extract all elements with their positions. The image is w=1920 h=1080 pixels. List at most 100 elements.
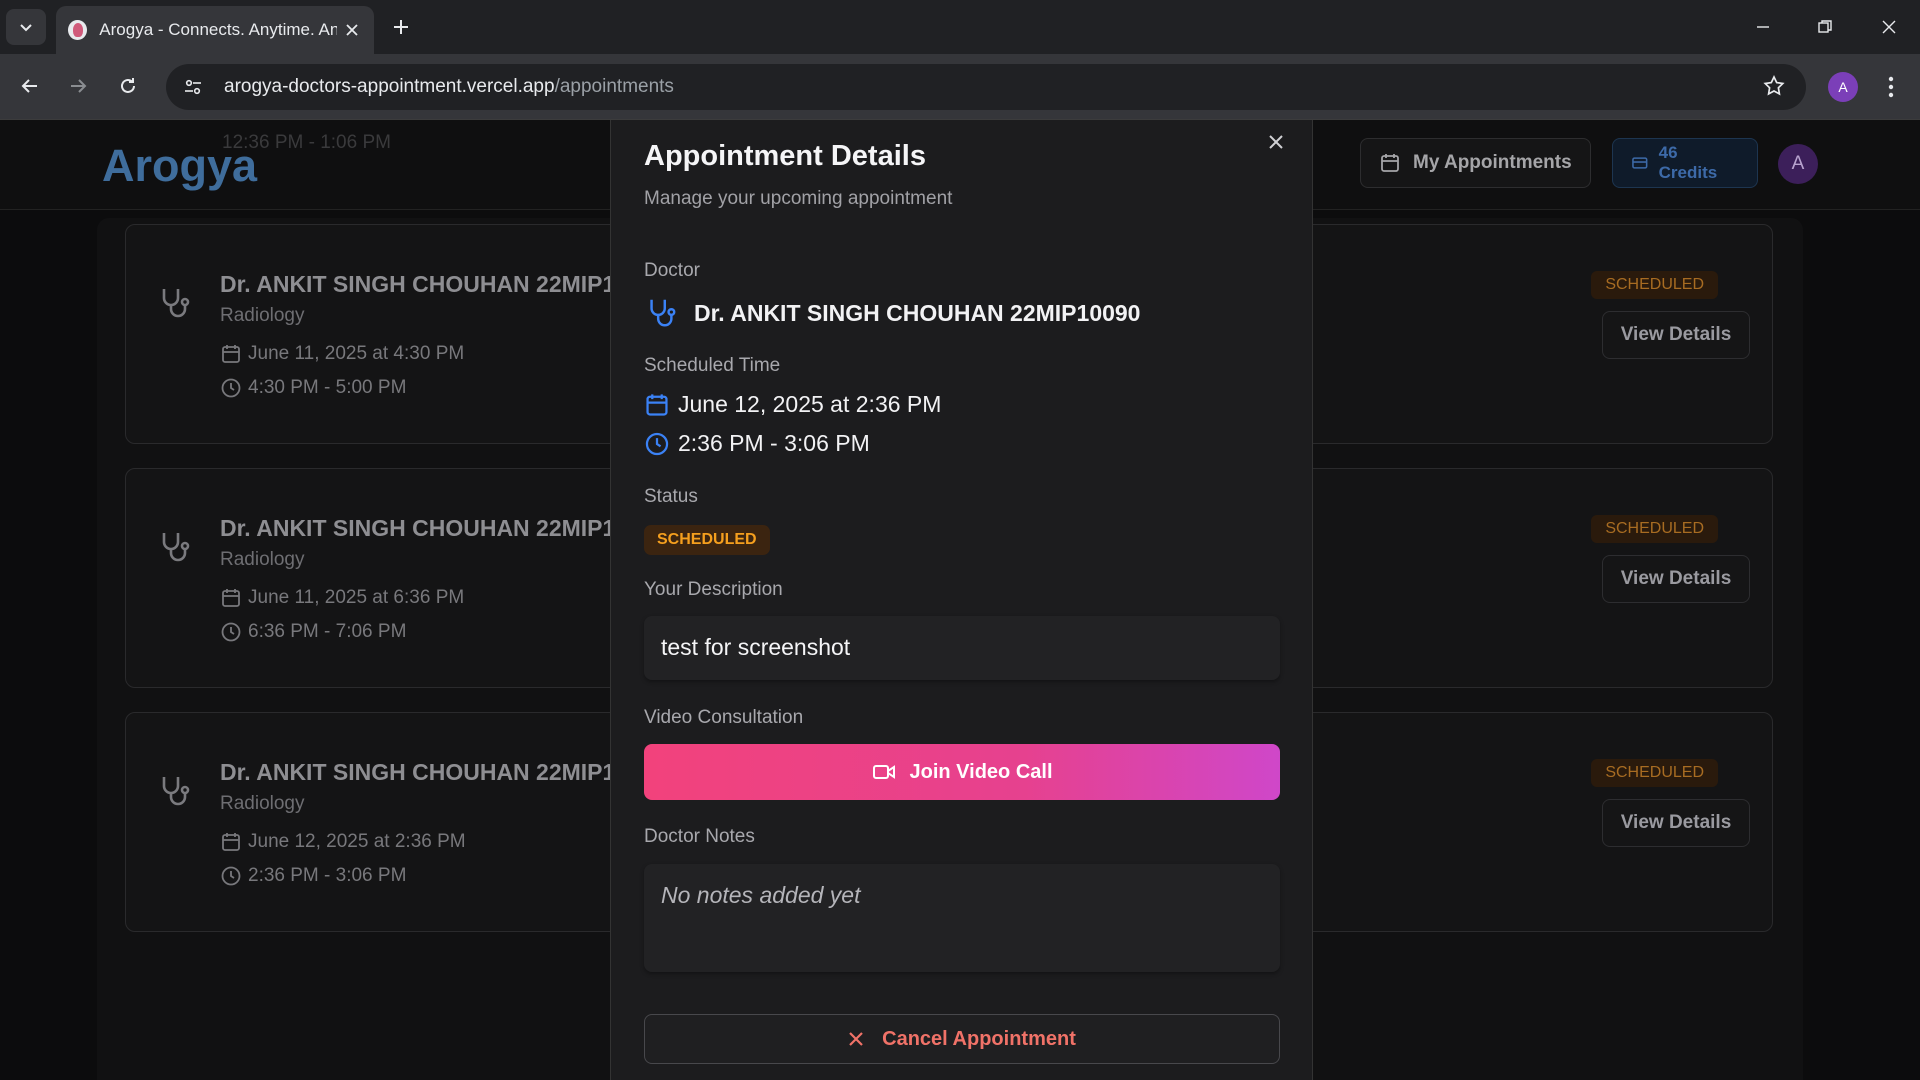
close-icon: [1882, 20, 1896, 34]
url-host: arogya-doctors-appointment.vercel.app: [224, 76, 555, 97]
browser-toolbar: arogya-doctors-appointment.vercel.app/ap…: [0, 54, 1920, 120]
tab-title: Arogya - Connects. Anytime. An: [99, 20, 337, 39]
status-badge: SCHEDULED: [1591, 271, 1718, 299]
calendar-icon: [646, 393, 668, 416]
minimize-icon: [1757, 26, 1769, 28]
description-box: test for screenshot: [644, 616, 1280, 680]
card-doctor-name: Dr. ANKIT SINGH CHOUHAN 22MIP10: [220, 271, 629, 297]
card-date-text: June 11, 2025 at 6:36 PM: [248, 587, 465, 608]
status-label: Status: [644, 486, 698, 507]
video-consultation-label: Video Consultation: [644, 707, 804, 728]
back-button[interactable]: [12, 68, 48, 104]
card-doctor-name: Dr. ANKIT SINGH CHOUHAN 22MIP10: [220, 515, 629, 541]
close-icon: [346, 24, 358, 36]
restore-icon: [1818, 20, 1832, 33]
credits-label: 46 Credits: [1658, 143, 1718, 182]
reload-button[interactable]: [110, 68, 146, 104]
bookmark-button[interactable]: [1762, 74, 1786, 103]
close-icon: [849, 1032, 863, 1046]
close-icon: [1269, 135, 1283, 149]
doctor-notes-box: No notes added yet: [644, 864, 1280, 972]
scheduled-date: June 12, 2025 at 2:36 PM: [678, 391, 942, 417]
clock-icon: [645, 432, 669, 455]
tab-search-button[interactable]: [6, 9, 46, 45]
view-details-button[interactable]: View Details: [1602, 555, 1750, 603]
card-date-text: June 11, 2025 at 4:30 PM: [248, 343, 465, 364]
stethoscope-icon: [650, 299, 676, 327]
doctor-name: Dr. ANKIT SINGH CHOUHAN 22MIP10090: [694, 299, 1141, 326]
my-appointments-button[interactable]: My Appointments: [1360, 138, 1591, 188]
url-text: arogya-doctors-appointment.vercel.app/ap…: [224, 76, 674, 98]
card-time-text: 4:30 PM - 5:00 PM: [248, 377, 407, 398]
calendar-icon: [1381, 154, 1399, 172]
dialog-subtitle: Manage your upcoming appointment: [644, 188, 953, 209]
card-time-text: 2:36 PM - 3:06 PM: [248, 865, 407, 886]
arrow-left-icon: [21, 79, 37, 93]
window-close-button[interactable]: [1858, 0, 1920, 54]
doctor-row: Dr. ANKIT SINGH CHOUHAN 22MIP10090: [644, 296, 1140, 330]
star-icon: [1763, 75, 1785, 96]
credit-card-icon: [1632, 157, 1648, 169]
description-label: Your Description: [644, 579, 783, 600]
card-date: June 12, 2025 at 2:36 PM: [220, 831, 466, 853]
address-bar[interactable]: arogya-doctors-appointment.vercel.app/ap…: [166, 64, 1806, 110]
chevron-down-icon: [20, 24, 32, 32]
dialog-title: Appointment Details: [644, 140, 926, 172]
screen: Arogya - Connects. Anytime. An arogya-do…: [0, 0, 1920, 1080]
browser-profile-avatar[interactable]: A: [1828, 72, 1858, 102]
tune-icon: [185, 79, 201, 95]
plus-icon: [394, 20, 408, 34]
card-date: June 11, 2025 at 6:36 PM: [220, 587, 464, 609]
view-details-button[interactable]: View Details: [1602, 311, 1750, 359]
clock-icon: [221, 622, 241, 642]
stethoscope-icon: [162, 533, 190, 562]
favicon-icon: [68, 20, 88, 40]
view-details-button[interactable]: View Details: [1602, 799, 1750, 847]
appointment-details-dialog: Appointment Details Manage your upcoming…: [610, 120, 1313, 1080]
card-time: 6:36 PM - 7:06 PM: [220, 621, 406, 643]
user-avatar[interactable]: A: [1778, 144, 1818, 184]
doctor-notes-label: Doctor Notes: [644, 826, 755, 847]
scheduled-time: 2:36 PM - 3:06 PM: [678, 430, 870, 456]
status-badge: SCHEDULED: [1591, 759, 1718, 787]
browser-menu-button[interactable]: [1876, 70, 1906, 104]
cancel-appointment-label: Cancel Appointment: [882, 1027, 1076, 1050]
minimize-button[interactable]: [1732, 0, 1794, 54]
calendar-icon: [222, 833, 240, 851]
clock-icon: [221, 378, 241, 398]
stethoscope-icon: [162, 289, 190, 318]
status-badge: SCHEDULED: [1591, 515, 1718, 543]
arrow-right-icon: [71, 79, 87, 93]
card-time: 4:30 PM - 5:00 PM: [220, 377, 406, 399]
card-date-text: June 12, 2025 at 2:36 PM: [248, 831, 466, 852]
credits-button[interactable]: 46 Credits: [1612, 138, 1758, 188]
forward-button[interactable]: [60, 68, 96, 104]
dialog-close-button[interactable]: [1262, 128, 1290, 156]
card-time-text: 6:36 PM - 7:06 PM: [248, 621, 407, 642]
card-date: June 11, 2025 at 4:30 PM: [220, 343, 464, 365]
browser-tab-active[interactable]: Arogya - Connects. Anytime. An: [56, 6, 374, 54]
calendar-icon: [222, 589, 240, 607]
tab-close-button[interactable]: [343, 20, 362, 40]
card-specialty: Radiology: [220, 549, 305, 570]
calendar-icon: [222, 345, 240, 363]
more-vertical-icon: [1888, 76, 1894, 98]
new-tab-button[interactable]: [388, 14, 414, 40]
site-info-button[interactable]: [172, 70, 214, 104]
scheduled-time-row: 2:36 PM - 3:06 PM: [644, 430, 870, 457]
card-specialty: Radiology: [220, 305, 305, 326]
join-video-call-label: Join Video Call: [909, 760, 1053, 783]
card-doctor-name: Dr. ANKIT SINGH CHOUHAN 22MIP10: [220, 759, 629, 785]
restore-button[interactable]: [1794, 0, 1856, 54]
browser-tabstrip: Arogya - Connects. Anytime. An: [0, 0, 1920, 54]
stethoscope-icon: [162, 777, 190, 806]
card-time: 2:36 PM - 3:06 PM: [220, 865, 406, 887]
app-logo[interactable]: Arogya: [102, 140, 257, 192]
video-camera-icon: [872, 765, 895, 779]
join-video-call-button[interactable]: Join Video Call: [644, 744, 1280, 800]
clock-icon: [221, 866, 241, 886]
reload-icon: [121, 78, 135, 93]
cancel-appointment-button[interactable]: Cancel Appointment: [644, 1014, 1280, 1064]
url-path: /appointments: [554, 76, 674, 97]
status-badge: SCHEDULED: [644, 525, 770, 555]
